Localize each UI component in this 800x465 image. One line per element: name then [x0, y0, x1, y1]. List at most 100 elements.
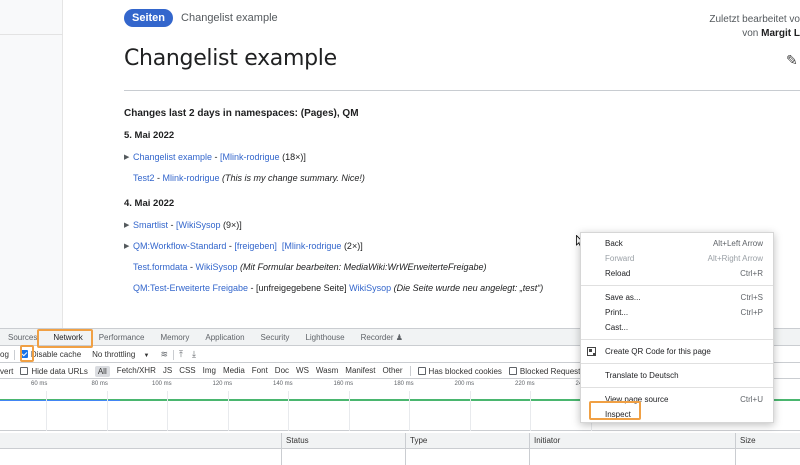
- filter-type-all[interactable]: All: [94, 365, 110, 377]
- menu-item-cast[interactable]: Cast...: [581, 320, 773, 335]
- page-header-bar: Seiten Changelist example: [124, 9, 278, 27]
- filter-type-other[interactable]: Other: [383, 366, 403, 377]
- menu-separator: [581, 387, 773, 388]
- timeline-gridline: [106, 391, 108, 431]
- menu-separator: [581, 285, 773, 286]
- timeline-tick-label: 80 ms: [91, 381, 108, 387]
- tab-recorder[interactable]: Recorder ♟: [353, 333, 411, 342]
- qr-code-icon: [587, 347, 596, 356]
- tab-security[interactable]: Security: [253, 333, 298, 342]
- timeline-tick-label: 220 ms: [515, 381, 535, 387]
- user-link[interactable]: WikiSysop: [196, 262, 238, 272]
- tab-application[interactable]: Application: [197, 333, 252, 342]
- last-edited-user[interactable]: Margit L: [761, 28, 800, 39]
- menu-separator: [581, 363, 773, 364]
- import-har-icon[interactable]: ⤒: [179, 349, 183, 360]
- menu-item-translate-to-deutsch[interactable]: Translate to Deutsch: [581, 368, 773, 383]
- invert-label[interactable]: vert: [0, 367, 13, 376]
- tab-memory[interactable]: Memory: [153, 333, 198, 342]
- left-sidebar: [0, 0, 63, 328]
- filter-type-css[interactable]: CSS: [179, 366, 195, 377]
- menu-item-create-qr-code-for-this-page[interactable]: Create QR Code for this page: [581, 344, 773, 359]
- user-link[interactable]: Mlink-rodrigue: [163, 173, 220, 183]
- page-link[interactable]: QM:Test-Erweiterte Freigabe: [133, 283, 248, 293]
- user-link[interactable]: [freigeben] [Mlink-rodrigue: [234, 241, 341, 251]
- page-link[interactable]: Changelist example: [133, 152, 212, 162]
- change-entry: ▶ Changelist example - [Mlink-rodrigue (1…: [124, 151, 584, 163]
- entry-separator: -: [154, 173, 163, 183]
- column-status[interactable]: Status: [286, 436, 309, 445]
- tab-performance[interactable]: Performance: [91, 333, 153, 342]
- filter-type-js[interactable]: JS: [163, 366, 172, 377]
- filter-type-media[interactable]: Media: [223, 366, 245, 377]
- timeline-tick-label: 140 ms: [273, 381, 293, 387]
- has-blocked-cookies-checkbox[interactable]: [417, 366, 426, 375]
- last-edited-info: Zuletzt bearbeitet vo von Margit L: [680, 13, 800, 41]
- network-conditions-icon[interactable]: ≋: [160, 349, 168, 360]
- column-size[interactable]: Size: [740, 436, 756, 445]
- menu-item-shortcut: Alt+Right Arrow: [707, 254, 763, 263]
- page-link[interactable]: Smartlist: [133, 220, 168, 230]
- user-link[interactable]: [Mlink-rodrigue: [220, 152, 280, 162]
- request-table-header: Status Type Initiator Size: [0, 433, 800, 465]
- menu-separator: [581, 339, 773, 340]
- timeline-tick-label: 180 ms: [394, 381, 414, 387]
- hide-data-urls-checkbox[interactable]: [20, 366, 29, 375]
- breadcrumb[interactable]: Changelist example: [181, 12, 278, 24]
- page-link[interactable]: Test2: [133, 173, 155, 183]
- column-initiator[interactable]: Initiator: [534, 436, 560, 445]
- menu-item-print[interactable]: Print... Ctrl+P: [581, 305, 773, 320]
- menu-item-save-as[interactable]: Save as... Ctrl+S: [581, 290, 773, 305]
- menu-item-shortcut: Ctrl+R: [740, 269, 763, 278]
- page-link[interactable]: Test.formdata: [133, 262, 188, 272]
- throttling-value: No throttling: [92, 350, 136, 359]
- menu-item-label: Translate to Deutsch: [605, 371, 679, 380]
- blocked-requests-toggle[interactable]: Blocked Requests: [508, 366, 584, 376]
- change-entry: QM:Test-Erweiterte Freigabe - [unfreigeg…: [124, 282, 584, 294]
- filter-type-font[interactable]: Font: [252, 366, 268, 377]
- change-entry: Test.formdata - WikiSysop (Mit Formular …: [124, 261, 584, 273]
- changelist-days: 5. Mai 2022 ▶ Changelist example - [Mlink-…: [124, 130, 584, 294]
- entry-separator: -: [168, 220, 177, 230]
- menu-item-back[interactable]: Back Alt+Left Arrow: [581, 236, 773, 251]
- filter-type-img[interactable]: Img: [203, 366, 216, 377]
- page-link[interactable]: QM:Workflow-Standard: [133, 241, 226, 251]
- edit-count: (2×)]: [341, 241, 363, 251]
- context-menu: Back Alt+Left Arrow Forward Alt+Right Arrow…: [580, 232, 774, 423]
- tab-lighthouse[interactable]: Lighthouse: [297, 333, 352, 342]
- user-link[interactable]: [WikiSysop: [176, 220, 221, 230]
- hide-data-urls-toggle[interactable]: Hide data URLs: [20, 366, 88, 376]
- column-separator: [735, 433, 736, 465]
- edit-summary: (Die Seite wurde neu angelegt: „test“): [391, 283, 544, 293]
- column-type[interactable]: Type: [410, 436, 427, 445]
- expand-arrow-icon[interactable]: ▶: [124, 153, 133, 161]
- hide-data-urls-label: Hide data URLs: [31, 366, 88, 376]
- expand-arrow-icon[interactable]: ▶: [124, 242, 133, 250]
- menu-item-reload[interactable]: Reload Ctrl+R: [581, 266, 773, 281]
- date-heading: 5. Mai 2022: [124, 130, 175, 141]
- preserve-log-label[interactable]: og: [0, 350, 9, 359]
- menu-item-label: Reload: [605, 269, 631, 278]
- filter-type-manifest[interactable]: Manifest: [345, 366, 375, 377]
- throttling-select[interactable]: No throttling ▼: [92, 350, 149, 359]
- edit-pencil-icon[interactable]: ✎: [786, 52, 798, 69]
- menu-item-label: Create QR Code for this page: [605, 347, 711, 356]
- filter-type-fetch-xhr[interactable]: Fetch/XHR: [117, 366, 156, 377]
- has-blocked-cookies-label: Has blocked cookies: [428, 366, 502, 376]
- user-link[interactable]: WikiSysop: [349, 283, 391, 293]
- export-har-icon[interactable]: ⤓: [192, 349, 196, 360]
- filter-type-wasm[interactable]: Wasm: [316, 366, 338, 377]
- namespace-pill[interactable]: Seiten: [124, 9, 174, 27]
- filter-type-doc[interactable]: Doc: [275, 366, 289, 377]
- dropdown-arrow-icon: ▼: [143, 353, 150, 359]
- filter-separator: [409, 366, 411, 376]
- entry-separator: -: [212, 152, 221, 162]
- expand-arrow-icon[interactable]: ▶: [124, 221, 133, 229]
- filter-type-ws[interactable]: WS: [296, 366, 309, 377]
- timeline-gridline: [409, 391, 410, 431]
- has-blocked-cookies-toggle[interactable]: Has blocked cookies: [417, 366, 502, 376]
- menu-item-shortcut: Ctrl+S: [740, 293, 763, 302]
- menu-item-label: Forward: [605, 254, 635, 263]
- column-separator: [281, 433, 282, 465]
- blocked-requests-checkbox[interactable]: [508, 366, 517, 375]
